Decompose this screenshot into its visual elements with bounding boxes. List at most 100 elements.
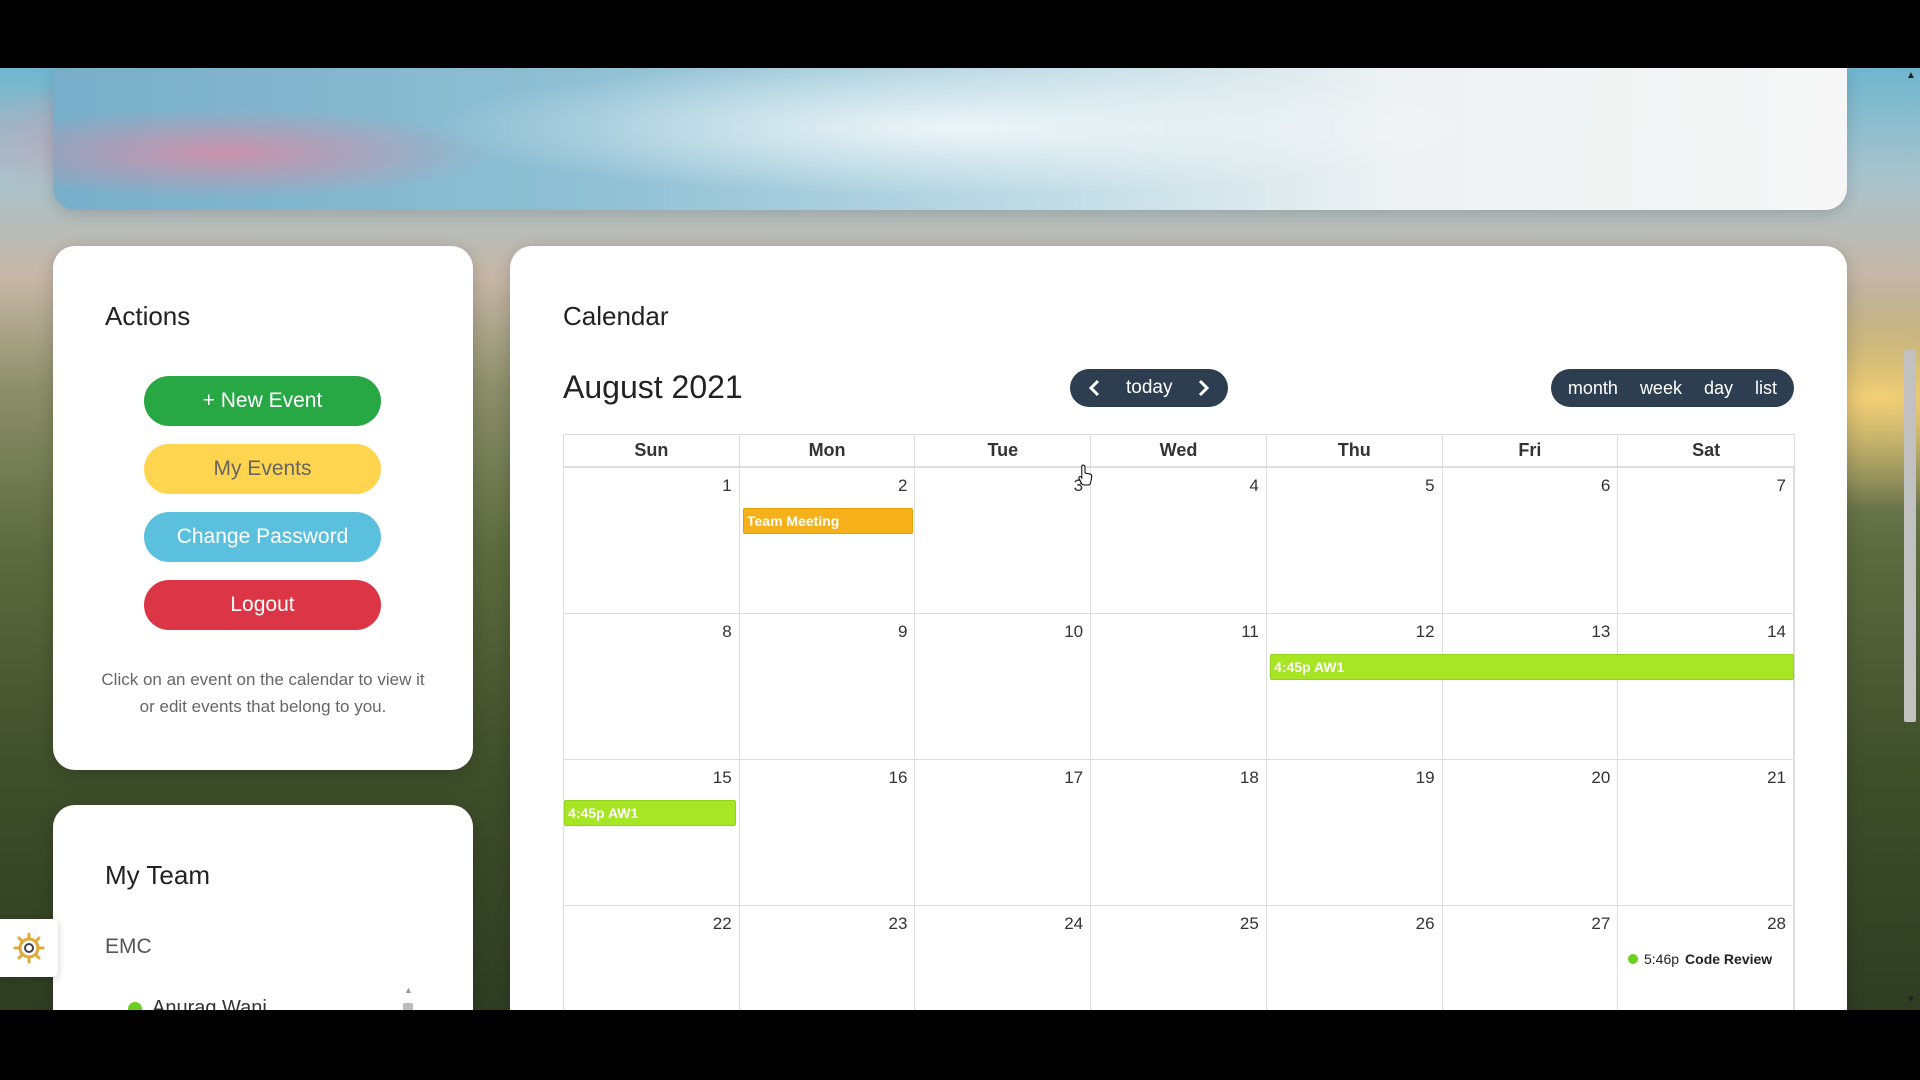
day-number[interactable]: 8: [722, 622, 731, 642]
page-viewport: Actions + New Event My Events Change Pas…: [0, 68, 1920, 1010]
day-cell[interactable]: 21: [1618, 760, 1794, 905]
page-scroll-thumb[interactable]: [1904, 350, 1916, 722]
weekday-header: Mon: [740, 435, 916, 466]
day-cell[interactable]: 17: [915, 760, 1092, 905]
event-aw1[interactable]: 4:45p AW1: [1270, 654, 1794, 680]
event-dot: [1628, 954, 1638, 964]
next-month-button[interactable]: [1184, 369, 1222, 407]
view-week-button[interactable]: week: [1629, 369, 1693, 407]
day-cell[interactable]: 14: [1618, 614, 1794, 759]
day-cell[interactable]: 22: [564, 906, 740, 1010]
day-number[interactable]: 23: [889, 914, 908, 934]
gear-icon: [13, 932, 45, 964]
team-name: EMC: [105, 935, 152, 958]
day-cell[interactable]: 27: [1443, 906, 1619, 1010]
day-cell[interactable]: 15: [564, 760, 740, 905]
weekday-header: Wed: [1091, 435, 1267, 466]
day-number[interactable]: 20: [1591, 768, 1610, 788]
day-cell[interactable]: 16: [740, 760, 916, 905]
week-row: 1 2 3 4 5 6 7 Team Meeting: [563, 468, 1795, 614]
day-cell[interactable]: 20: [1443, 760, 1619, 905]
day-cell[interactable]: 24: [915, 906, 1092, 1010]
day-cell[interactable]: 23: [740, 906, 916, 1010]
day-number[interactable]: 25: [1240, 914, 1259, 934]
weekday-header: Sun: [564, 435, 740, 466]
event-aw1-continued[interactable]: 4:45p AW1: [564, 800, 736, 826]
day-cell[interactable]: 25: [1091, 906, 1267, 1010]
team-list-scrollbar[interactable]: ▲: [401, 985, 415, 1010]
day-cell[interactable]: 13: [1443, 614, 1619, 759]
weekday-header: Tue: [915, 435, 1092, 466]
day-cell[interactable]: 6: [1443, 468, 1619, 613]
day-number[interactable]: 13: [1591, 622, 1610, 642]
day-cell[interactable]: 2: [740, 468, 916, 613]
day-cell[interactable]: 11: [1091, 614, 1267, 759]
team-list-scroll-thumb[interactable]: [403, 1003, 413, 1010]
day-number[interactable]: 1: [722, 476, 731, 496]
today-button[interactable]: today: [1114, 369, 1184, 407]
day-number[interactable]: 4: [1249, 476, 1258, 496]
settings-button[interactable]: [0, 919, 58, 977]
prev-month-button[interactable]: [1076, 369, 1114, 407]
new-event-button[interactable]: + New Event: [144, 376, 381, 426]
day-number[interactable]: 19: [1416, 768, 1435, 788]
event-team-meeting[interactable]: Team Meeting: [743, 508, 913, 534]
hand-cursor-icon: [1078, 464, 1093, 486]
weekday-header-row: Sun Mon Tue Wed Thu Fri Sat: [563, 434, 1795, 468]
day-number[interactable]: 28: [1767, 914, 1786, 934]
event-title: Code Review: [1685, 951, 1773, 967]
scroll-up-icon[interactable]: ▲: [1906, 70, 1916, 81]
logout-button[interactable]: Logout: [144, 580, 381, 630]
day-cell[interactable]: 1: [564, 468, 740, 613]
week-row: 22 23 24 25 26 27 28 5:46p Code Review: [563, 906, 1795, 1010]
calendar-hint-text: Click on an event on the calendar to vie…: [101, 670, 425, 716]
day-number[interactable]: 17: [1064, 768, 1083, 788]
scroll-down-icon[interactable]: ▼: [1906, 994, 1916, 1005]
day-cell[interactable]: 5: [1267, 468, 1443, 613]
day-cell[interactable]: 12: [1267, 614, 1443, 759]
day-cell[interactable]: 4: [1091, 468, 1267, 613]
team-member[interactable]: Anurag Wani: [128, 997, 267, 1010]
day-cell[interactable]: 7: [1618, 468, 1794, 613]
actions-title: Actions: [105, 301, 191, 331]
day-number[interactable]: 18: [1240, 768, 1259, 788]
day-number[interactable]: 10: [1064, 622, 1083, 642]
page-scrollbar[interactable]: ▲ ▼: [1900, 68, 1920, 1010]
day-cell[interactable]: 19: [1267, 760, 1443, 905]
week-row: 8 9 10 11 12 13 14 4:45p AW1: [563, 614, 1795, 760]
weekday-header: Fri: [1443, 435, 1619, 466]
day-cell[interactable]: 10: [915, 614, 1092, 759]
day-number[interactable]: 24: [1064, 914, 1083, 934]
view-month-button[interactable]: month: [1557, 369, 1629, 407]
calendar-card: Calendar August 2021 today month week da…: [510, 246, 1847, 1010]
day-number[interactable]: 22: [713, 914, 732, 934]
day-cell[interactable]: 18: [1091, 760, 1267, 905]
view-day-button[interactable]: day: [1693, 369, 1744, 407]
view-list-button[interactable]: list: [1744, 369, 1788, 407]
day-number[interactable]: 21: [1767, 768, 1786, 788]
weekday-header: Thu: [1267, 435, 1443, 466]
day-number[interactable]: 26: [1416, 914, 1435, 934]
day-number[interactable]: 15: [713, 768, 732, 788]
event-code-review[interactable]: 5:46p Code Review: [1628, 951, 1772, 967]
my-events-button[interactable]: My Events: [144, 444, 381, 494]
scroll-up-icon[interactable]: ▲: [404, 985, 413, 995]
day-cell[interactable]: 3: [915, 468, 1092, 613]
change-password-button[interactable]: Change Password: [144, 512, 381, 562]
day-number[interactable]: 12: [1416, 622, 1435, 642]
day-number[interactable]: 16: [889, 768, 908, 788]
day-number[interactable]: 5: [1425, 476, 1434, 496]
day-cell[interactable]: 8: [564, 614, 740, 759]
day-cell[interactable]: 26: [1267, 906, 1443, 1010]
day-number[interactable]: 2: [898, 476, 907, 496]
day-number[interactable]: 14: [1767, 622, 1786, 642]
event-time: 5:46p: [1644, 951, 1680, 967]
day-number[interactable]: 9: [898, 622, 907, 642]
calendar-title: Calendar: [563, 301, 669, 331]
day-number[interactable]: 27: [1591, 914, 1610, 934]
day-number[interactable]: 6: [1601, 476, 1610, 496]
day-number[interactable]: 11: [1241, 622, 1259, 642]
day-cell[interactable]: 9: [740, 614, 916, 759]
team-member-name: Anurag Wani: [152, 997, 267, 1010]
day-number[interactable]: 7: [1777, 476, 1786, 496]
